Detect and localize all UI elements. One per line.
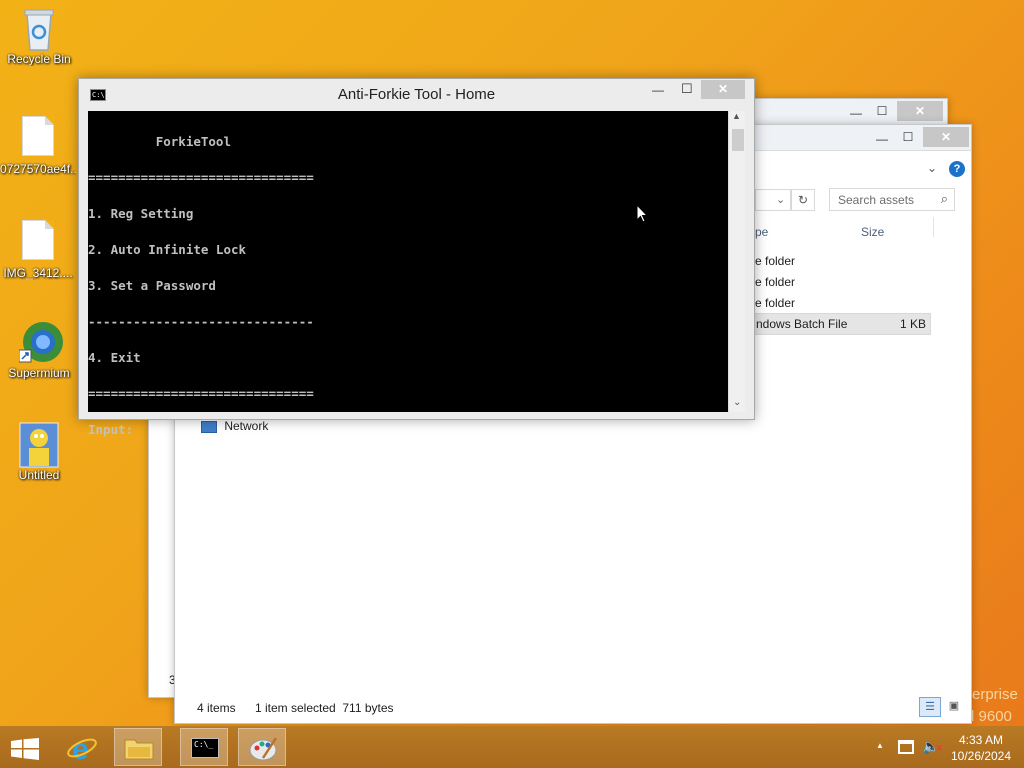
desktop-icon-file-2[interactable]: IMG_3412....: [0, 220, 76, 280]
windows-logo-icon: [11, 738, 39, 760]
desktop-icon-supermium[interactable]: Supermium: [1, 320, 77, 380]
console-line: ForkieTool: [88, 134, 231, 149]
search-icon: ⌕: [940, 191, 948, 206]
console-input-line[interactable]: Input:: [88, 423, 728, 436]
large-icons-view-button[interactable]: ▣: [943, 697, 965, 717]
selected-file-row[interactable]: ndows Batch File 1 KB: [753, 313, 931, 335]
file-row-type[interactable]: e folder: [755, 296, 795, 310]
refresh-button[interactable]: ↻: [791, 189, 815, 211]
file-row-type: ndows Batch File: [756, 317, 848, 331]
file-row-type[interactable]: e folder: [755, 254, 795, 268]
paint-palette-icon: [249, 737, 278, 761]
file-row-size: 1 KB: [899, 317, 926, 331]
clock-date: 10/26/2024: [950, 749, 1012, 763]
console-line: ==============================: [88, 170, 314, 185]
column-header-size[interactable]: Size: [861, 225, 884, 239]
start-button[interactable]: [0, 728, 50, 766]
console-scrollbar[interactable]: ▲ ⌄: [728, 111, 745, 412]
console-window[interactable]: C:\ Anti-Forkie Tool - Home — ☐ ✕ Forkie…: [78, 78, 755, 436]
command-prompt-icon: C:\_: [191, 738, 219, 758]
maximize-button[interactable]: ☐: [681, 81, 693, 97]
clock-time: 4:33 AM: [958, 733, 1004, 747]
recycle-bin-icon: [19, 6, 59, 51]
column-divider: [933, 217, 934, 237]
taskbar-command-prompt[interactable]: C:\_: [180, 728, 228, 766]
scroll-down-icon[interactable]: ⌄: [733, 397, 741, 408]
watermark-line-2: d 9600: [966, 708, 1012, 725]
console-titlebar[interactable]: C:\ Anti-Forkie Tool - Home — ☐ ✕: [79, 79, 754, 111]
console-line: 1. Reg Setting: [88, 206, 194, 221]
taskbar-internet-explorer[interactable]: e: [58, 728, 106, 766]
network-tray-icon[interactable]: [898, 740, 914, 754]
scrollbar-thumb[interactable]: [732, 129, 744, 151]
mouse-cursor-icon: [636, 204, 648, 223]
taskbar: e C:\_ ▲ 🔈✕ 4:33 AM 10/26/2024: [0, 726, 1024, 768]
maximize-button[interactable]: ☐: [895, 127, 921, 147]
minimize-button[interactable]: —: [843, 103, 869, 123]
maximize-button[interactable]: ☐: [869, 101, 895, 121]
help-icon[interactable]: ?: [949, 161, 965, 177]
close-button[interactable]: ✕: [701, 80, 745, 99]
internet-explorer-icon: e: [67, 733, 97, 763]
file-row-type[interactable]: e folder: [755, 275, 795, 289]
folder-icon: [124, 739, 154, 760]
windows-watermark: erprise d 9600: [966, 684, 1018, 728]
desktop-icon-label: IMG_3412....: [3, 266, 73, 280]
scroll-up-icon[interactable]: ▲: [732, 111, 741, 121]
desktop-icon-untitled[interactable]: Untitled: [1, 422, 77, 482]
search-input[interactable]: Search assets ⌕: [829, 188, 955, 211]
details-view-button[interactable]: ☰: [919, 697, 941, 717]
console-line: ==============================: [88, 386, 314, 401]
status-item-count: 4 items: [197, 701, 236, 715]
status-selection: 1 item selected 711 bytes: [255, 701, 394, 715]
address-dropdown[interactable]: ⌄: [755, 189, 791, 211]
document-icon: [18, 220, 58, 264]
close-button[interactable]: ✕: [923, 127, 969, 147]
volume-muted-icon[interactable]: 🔈✕: [922, 738, 943, 755]
minimize-button[interactable]: —: [869, 129, 895, 149]
document-icon: [18, 116, 58, 160]
svg-text:e: e: [72, 733, 89, 763]
desktop-icon-recycle-bin[interactable]: Recycle Bin: [1, 6, 77, 66]
desktop-icon-file-1[interactable]: 0727570ae4f...: [0, 116, 76, 176]
taskbar-paint[interactable]: [238, 728, 286, 766]
browser-icon: [18, 320, 63, 364]
taskbar-file-explorer[interactable]: [114, 728, 162, 766]
watermark-line-1: erprise: [972, 686, 1018, 703]
desktop-icon-label: 0727570ae4f...: [0, 162, 76, 176]
console-line: 3. Set a Password: [88, 278, 216, 293]
close-button[interactable]: ✕: [897, 101, 943, 121]
console-line: ------------------------------: [88, 314, 314, 329]
minimize-button[interactable]: —: [652, 83, 664, 97]
console-line: 2. Auto Infinite Lock: [88, 242, 247, 257]
image-file-icon: [19, 422, 59, 468]
show-hidden-icons-button[interactable]: ▲: [876, 741, 884, 750]
column-header-type[interactable]: pe: [755, 225, 768, 239]
expand-ribbon-icon[interactable]: ⌄: [927, 161, 937, 175]
console-output[interactable]: ForkieTool =============================…: [88, 111, 728, 436]
search-placeholder: Search assets: [838, 193, 915, 207]
desktop-icon-label: Supermium: [8, 366, 70, 380]
desktop-icon-label: Untitled: [18, 468, 60, 482]
desktop-icon-label: Recycle Bin: [7, 52, 71, 66]
console-line: 4. Exit: [88, 350, 141, 365]
clock[interactable]: 4:33 AM 10/26/2024: [946, 733, 1016, 763]
